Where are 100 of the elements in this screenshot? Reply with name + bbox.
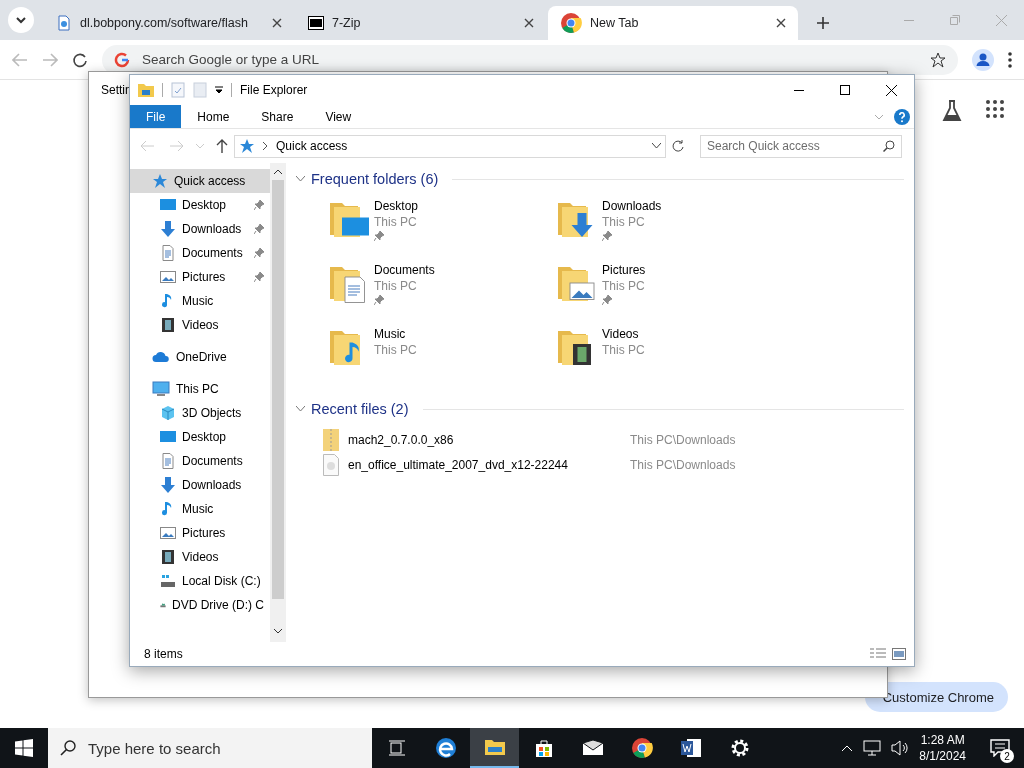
- nav-item[interactable]: Videos: [130, 313, 270, 337]
- large-icons-view-icon[interactable]: [892, 648, 906, 660]
- chevron-up-icon[interactable]: [841, 744, 854, 752]
- apps-grid-icon[interactable]: [986, 100, 1004, 118]
- pin-icon: [374, 231, 384, 241]
- nav-item[interactable]: Desktop: [130, 425, 270, 449]
- address-bar[interactable]: Search Google or type a URL: [102, 44, 958, 75]
- scroll-down-icon[interactable]: [274, 629, 282, 634]
- nav-item[interactable]: OneDrive: [130, 345, 270, 369]
- search-field[interactable]: Search Quick access: [700, 134, 902, 158]
- group-title: Recent files (2): [311, 401, 409, 417]
- nav-item[interactable]: Local Disk (C:): [130, 569, 270, 593]
- file-row[interactable]: en_office_ultimate_2007_dvd_x12-22244 This PC\Downloads: [322, 452, 904, 477]
- group-title: Frequent folders (6): [311, 171, 439, 187]
- taskbar-search-field[interactable]: Type here to search: [48, 728, 372, 768]
- computer-icon: [152, 381, 170, 397]
- flask-icon[interactable]: [942, 100, 962, 122]
- speaker-icon[interactable]: [891, 740, 910, 756]
- folder-tile[interactable]: Desktop This PC: [326, 197, 554, 261]
- browser-tab[interactable]: dl.bobpony.com/software/flash: [44, 6, 294, 40]
- nav-item[interactable]: Quick access: [130, 169, 270, 193]
- profile-icon[interactable]: [972, 48, 994, 71]
- network-icon[interactable]: [863, 740, 882, 756]
- file-row[interactable]: mach2_0.7.0.0_x86 This PC\Downloads: [322, 427, 904, 452]
- nav-item[interactable]: Music: [130, 289, 270, 313]
- nav-item[interactable]: Downloads: [130, 473, 270, 497]
- folder-tile[interactable]: Pictures This PC: [554, 261, 782, 325]
- pin-icon: [254, 224, 264, 234]
- collapse-icon[interactable]: [296, 406, 305, 412]
- close-icon[interactable]: [524, 18, 534, 28]
- nav-item[interactable]: Documents: [130, 449, 270, 473]
- picture-icon: [160, 525, 176, 541]
- reload-icon[interactable]: [72, 51, 88, 68]
- windows-logo-icon[interactable]: [15, 739, 33, 757]
- close-icon[interactable]: [272, 18, 282, 28]
- download-arrow-icon: [160, 221, 176, 237]
- pin-icon: [602, 231, 612, 241]
- picture-icon: [160, 269, 176, 285]
- task-view-icon: [387, 740, 406, 756]
- page-icon: [56, 15, 72, 31]
- star-icon: [239, 138, 255, 154]
- taskbar-app[interactable]: [470, 728, 519, 768]
- monitor-icon: [160, 429, 176, 445]
- monitor-icon: [160, 197, 176, 213]
- scroll-up-icon[interactable]: [274, 169, 282, 174]
- dropdown-icon[interactable]: [652, 143, 661, 149]
- nav-item[interactable]: Music: [130, 497, 270, 521]
- film-icon: [160, 317, 176, 333]
- clock[interactable]: 1:28 AM 8/1/2024: [919, 732, 966, 764]
- folder-tile[interactable]: Videos This PC: [554, 325, 782, 389]
- ribbon-tab[interactable]: File: [130, 105, 182, 128]
- minimize-icon: [904, 19, 914, 21]
- google-logo-icon: [114, 51, 130, 68]
- pin-icon: [254, 200, 264, 210]
- download-arrow-icon: [160, 477, 176, 493]
- ribbon-tab[interactable]: Home: [181, 105, 246, 128]
- collapse-icon[interactable]: [296, 176, 305, 182]
- cube-icon: [160, 405, 176, 421]
- nav-item[interactable]: 3D Objects: [130, 401, 270, 425]
- nav-item[interactable]: Pictures: [130, 521, 270, 545]
- close-icon: [995, 14, 1007, 26]
- nav-item[interactable]: Pictures: [130, 265, 270, 289]
- help-icon[interactable]: [894, 108, 910, 125]
- item-count: 8 items: [144, 647, 183, 661]
- nav-item[interactable]: DVD Drive (D:) C: [130, 593, 270, 617]
- notification-badge: 2: [1000, 749, 1014, 763]
- scrollbar[interactable]: [270, 163, 286, 642]
- nav-item[interactable]: This PC: [130, 377, 270, 401]
- chrome-logo-icon: [560, 12, 582, 34]
- shopping-bag-icon: [533, 738, 554, 758]
- maximize-icon: [840, 85, 850, 95]
- folder-icon: [138, 83, 154, 97]
- folder-tile[interactable]: Documents This PC: [326, 261, 554, 325]
- nav-item[interactable]: Documents: [130, 241, 270, 265]
- nav-item[interactable]: Desktop: [130, 193, 270, 217]
- zip-folder-icon: [322, 427, 340, 452]
- ribbon-tab[interactable]: View: [309, 105, 368, 128]
- chevron-down-icon: [16, 16, 26, 24]
- word-document-icon: [679, 738, 702, 758]
- folder-tile[interactable]: Music This PC: [326, 325, 554, 389]
- browser-tab[interactable]: 7-Zip: [296, 6, 546, 40]
- document-icon: [160, 453, 176, 469]
- nav-item[interactable]: Videos: [130, 545, 270, 569]
- refresh-icon[interactable]: [672, 140, 684, 152]
- customize-chrome-button[interactable]: Customize Chrome: [864, 682, 1008, 712]
- browser-tab[interactable]: New Tab: [548, 6, 798, 40]
- restore-icon: [950, 15, 960, 25]
- up-arrow-icon[interactable]: [216, 139, 228, 153]
- more-menu-icon[interactable]: [1008, 51, 1012, 68]
- folder-tile[interactable]: Downloads This PC: [554, 197, 782, 261]
- tab-search-button[interactable]: [8, 7, 34, 33]
- ribbon-tab[interactable]: Share: [245, 105, 310, 128]
- star-icon[interactable]: [930, 51, 946, 68]
- cloud-icon: [152, 349, 170, 365]
- address-field[interactable]: Quick access: [234, 134, 666, 158]
- edge-browser-icon: [434, 737, 457, 759]
- nav-item[interactable]: Downloads: [130, 217, 270, 241]
- close-icon: [885, 84, 897, 96]
- dropdown-icon[interactable]: [215, 86, 223, 94]
- close-icon[interactable]: [776, 18, 786, 28]
